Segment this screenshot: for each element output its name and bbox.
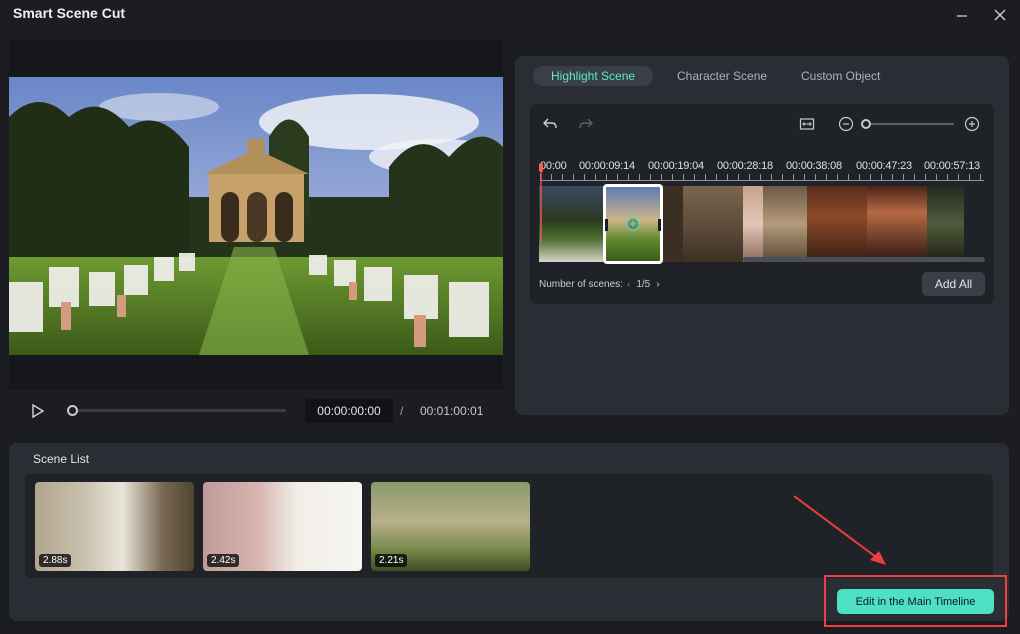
tab-character-scene[interactable]: Character Scene — [659, 66, 785, 86]
window-title: Smart Scene Cut — [13, 5, 126, 21]
scene-duration: 2.88s — [39, 554, 72, 567]
current-time-field[interactable]: 00:00:00:00 — [305, 399, 393, 423]
minimize-button[interactable] — [951, 4, 973, 26]
total-duration: 00:01:00:01 — [420, 404, 484, 418]
annotation-arrow — [793, 495, 886, 565]
tab-custom-object[interactable]: Custom Object — [783, 66, 898, 86]
selection-left-handle[interactable] — [605, 219, 608, 231]
filmstrip-frame — [927, 186, 964, 262]
scene-card[interactable]: 2.88s — [35, 482, 194, 571]
undo-icon — [543, 118, 557, 129]
zoom-slider-track[interactable] — [866, 123, 954, 125]
zoom-in-button[interactable] — [962, 114, 982, 134]
playback-scrubber-track[interactable] — [72, 409, 286, 412]
add-all-button[interactable]: Add All — [922, 272, 985, 296]
close-button[interactable] — [989, 4, 1011, 26]
scenes-count-label: Number of scenes: — [539, 279, 623, 290]
redo-button[interactable] — [576, 114, 596, 134]
tab-highlight-scene[interactable]: Highlight Scene — [533, 66, 654, 86]
video-frame — [9, 77, 503, 355]
playhead[interactable] — [539, 144, 543, 262]
ruler-label: 00:00:47:23 — [856, 160, 912, 172]
close-icon — [994, 9, 1006, 21]
time-separator: / — [400, 404, 404, 418]
scene-card[interactable]: 2.42s — [203, 482, 362, 571]
ruler-label: 00:00:09:14 — [579, 160, 635, 172]
playback-scrubber-handle[interactable] — [67, 405, 78, 416]
page-indicator: 1/5 — [636, 279, 651, 290]
filmstrip-frame — [539, 186, 603, 262]
ruler-label: 00:00:19:04 — [648, 160, 704, 172]
filmstrip-frame — [683, 186, 743, 262]
scene-timeline: 00:00 00:00:09:14 00:00:19:04 00:00:28:1… — [530, 104, 994, 304]
ruler-label: 00:00:38:08 — [786, 160, 842, 172]
timeline-ruler-line — [540, 180, 984, 181]
title-bar: Smart Scene Cut — [0, 0, 1020, 30]
add-scene-icon[interactable] — [626, 217, 640, 231]
play-icon — [32, 403, 45, 419]
garden-ceremony-image — [9, 77, 503, 355]
video-preview — [9, 40, 503, 390]
filmstrip-frame — [763, 186, 807, 262]
scene-selection-box[interactable] — [603, 184, 663, 264]
ruler-label: 00:00:57:13 — [924, 160, 980, 172]
selection-right-handle[interactable] — [658, 219, 661, 231]
next-page-icon[interactable]: › — [656, 279, 659, 290]
zoom-out-icon — [838, 116, 854, 132]
scene-pager: ‹ 1/5 › — [627, 279, 660, 290]
filmstrip-frame — [663, 186, 683, 262]
scene-detection-panel: Highlight Scene Character Scene Custom O… — [515, 56, 1009, 415]
scene-list-title: Scene List — [33, 452, 90, 466]
zoom-out-button[interactable] — [836, 114, 856, 134]
ruler-label: 00:00:28:18 — [717, 160, 773, 172]
fit-to-width-button[interactable] — [797, 114, 817, 134]
fit-width-icon — [799, 118, 815, 130]
filmstrip-frame — [807, 186, 867, 262]
edit-in-main-timeline-button[interactable]: Edit in the Main Timeline — [837, 589, 994, 614]
filmstrip-frame — [743, 186, 763, 262]
prev-page-icon[interactable]: ‹ — [627, 279, 630, 290]
timeline-scrollbar[interactable] — [743, 257, 985, 262]
undo-button[interactable] — [540, 114, 560, 134]
filmstrip-frame — [867, 186, 927, 262]
redo-icon — [579, 118, 593, 129]
ruler-label: 00:00 — [540, 160, 567, 172]
zoom-in-icon — [964, 116, 980, 132]
play-button[interactable] — [30, 403, 46, 419]
scene-duration: 2.21s — [375, 554, 408, 567]
scene-duration: 2.42s — [207, 554, 240, 567]
minimize-icon — [957, 15, 967, 17]
scene-card[interactable]: 2.21s — [371, 482, 530, 571]
zoom-slider-handle[interactable] — [861, 119, 871, 129]
